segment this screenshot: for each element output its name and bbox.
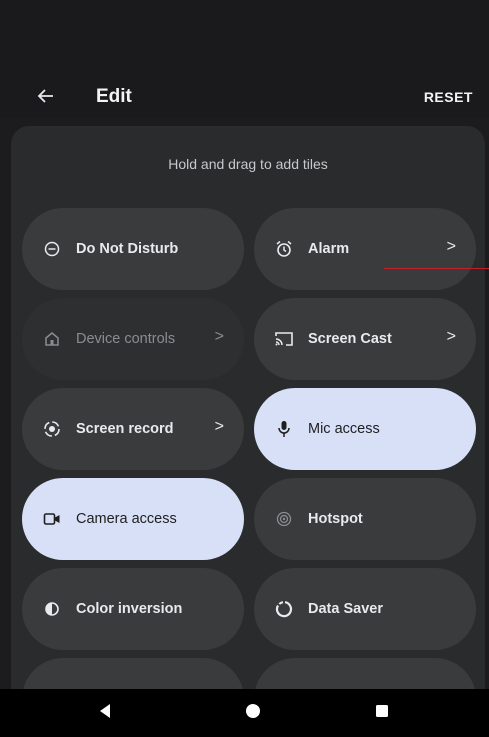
screen-record-icon	[42, 419, 62, 439]
alarm-icon	[274, 239, 294, 259]
tile-hotspot[interactable]: Hotspot	[254, 478, 476, 560]
do-not-disturb-icon	[42, 239, 62, 259]
top-app-bar: Edit RESET	[0, 78, 489, 118]
nav-back-button[interactable]	[95, 703, 115, 723]
status-bar-area	[0, 0, 489, 78]
chevron-right-icon: >	[214, 328, 224, 345]
tile-label: Data Saver	[308, 601, 383, 617]
back-triangle-icon	[98, 703, 112, 724]
cast-icon	[274, 329, 294, 349]
tile-label: Screen Cast	[308, 331, 392, 347]
tile-mic-access[interactable]: Mic access	[254, 388, 476, 470]
tile-do-not-disturb[interactable]: Do Not Disturb	[22, 208, 244, 290]
red-indicator-line	[384, 268, 489, 269]
screen: Edit RESET Hold and drag to add tiles Do…	[0, 0, 489, 737]
tile-data-saver[interactable]: Data Saver	[254, 568, 476, 650]
navigation-bar	[0, 689, 489, 737]
reset-button[interactable]: RESET	[424, 89, 473, 105]
tile-label: Alarm	[308, 241, 350, 257]
arrow-left-icon	[36, 86, 56, 111]
tile-camera-access[interactable]: Camera access	[22, 478, 244, 560]
nav-recents-button[interactable]	[372, 703, 392, 723]
tiles-panel: Hold and drag to add tiles Do Not Distur…	[11, 126, 485, 689]
tile-label: Do Not Disturb	[76, 241, 179, 257]
data-saver-icon	[274, 599, 294, 619]
tile-alarm[interactable]: Alarm >	[254, 208, 476, 290]
tile-screen-record[interactable]: Screen record >	[22, 388, 244, 470]
tile-partial-left[interactable]	[22, 658, 244, 689]
chevron-right-icon: >	[446, 238, 456, 255]
tile-label: Hotspot	[308, 511, 363, 527]
hotspot-icon	[274, 509, 294, 529]
tile-partial-right[interactable]	[254, 658, 476, 689]
tile-label: Mic access	[308, 421, 380, 437]
tile-label: Camera access	[76, 511, 177, 527]
chevron-right-icon: >	[214, 418, 224, 435]
tile-label: Screen record	[76, 421, 174, 437]
home-icon	[42, 329, 62, 349]
page-title: Edit	[96, 86, 132, 107]
camera-icon	[42, 509, 62, 529]
home-circle-icon	[245, 703, 261, 724]
back-button[interactable]	[30, 82, 62, 114]
tile-label: Device controls	[76, 331, 176, 347]
tile-screen-cast[interactable]: Screen Cast >	[254, 298, 476, 380]
tile-label: Color inversion	[76, 601, 183, 617]
mic-icon	[274, 419, 294, 439]
color-inversion-icon	[42, 599, 62, 619]
recents-square-icon	[375, 704, 389, 723]
nav-home-button[interactable]	[243, 703, 263, 723]
chevron-right-icon: >	[446, 328, 456, 345]
drag-hint: Hold and drag to add tiles	[168, 156, 328, 172]
tile-device-controls[interactable]: Device controls >	[22, 298, 244, 380]
tile-color-inversion[interactable]: Color inversion	[22, 568, 244, 650]
